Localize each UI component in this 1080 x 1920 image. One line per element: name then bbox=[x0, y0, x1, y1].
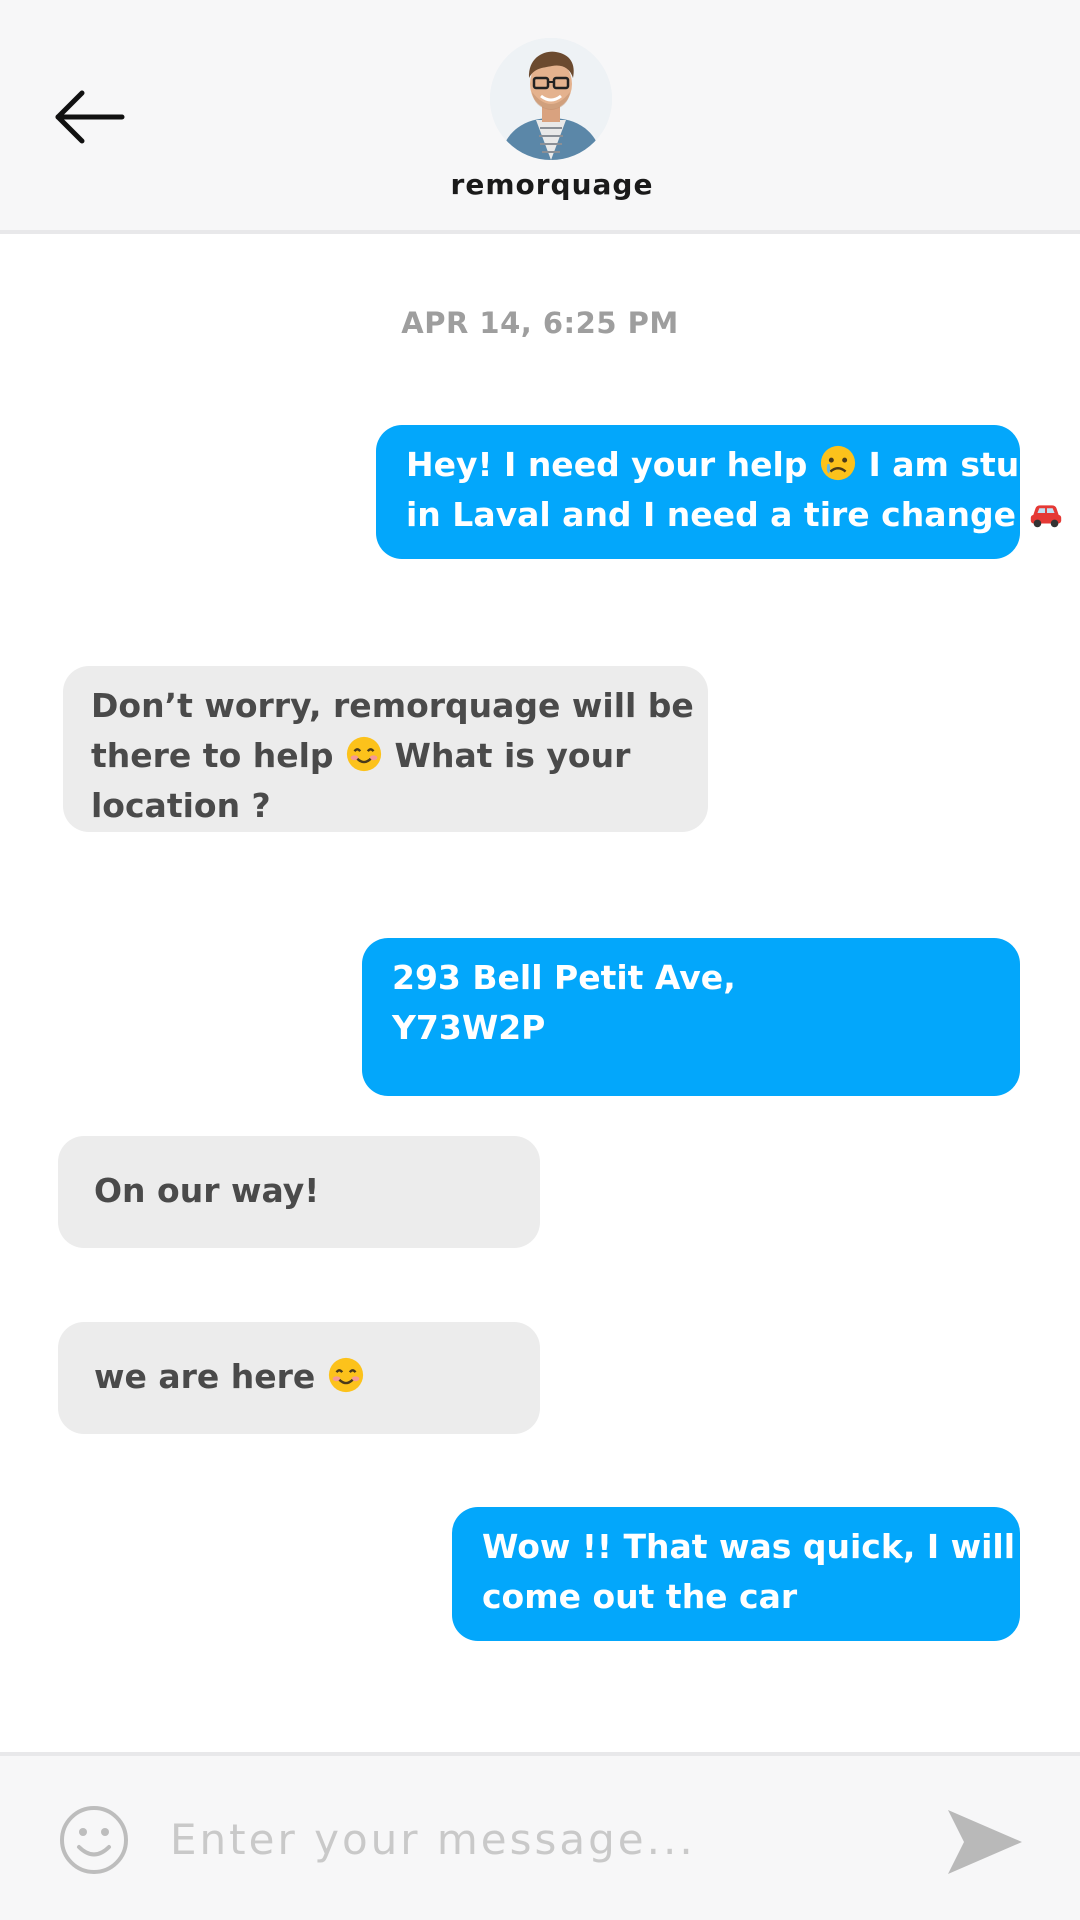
smiley-icon[interactable] bbox=[58, 1804, 130, 1876]
message-text: Hey! I need your help bbox=[406, 445, 808, 484]
send-icon[interactable] bbox=[944, 1806, 1026, 1878]
avatar[interactable] bbox=[490, 38, 612, 160]
message-text: Y73W2P bbox=[392, 1008, 546, 1047]
sent-message-bubble[interactable]: 293 Bell Petit Ave, Y73W2P bbox=[362, 938, 1020, 1096]
sent-message-bubble[interactable]: Hey! I need your help I am stuck in Lava… bbox=[376, 425, 1062, 559]
message-input[interactable] bbox=[170, 1796, 910, 1882]
contact-name: remorquage bbox=[450, 168, 654, 201]
message-text: Don’t worry, remorquage will be bbox=[91, 686, 694, 725]
sent-message-bubble[interactable]: Wow !! That was quick, I will come out t… bbox=[452, 1507, 1020, 1641]
received-message-bubble[interactable]: Don’t worry, remorquage will be there to… bbox=[63, 666, 708, 832]
message-text: 293 Bell Petit Ave, bbox=[392, 958, 736, 997]
message-text: What is your bbox=[394, 736, 631, 775]
back-arrow-icon[interactable] bbox=[50, 82, 130, 152]
received-message-bubble[interactable]: On our way! bbox=[58, 1136, 540, 1248]
smiling-face-emoji-icon bbox=[346, 736, 382, 772]
message-text: Wow !! That was quick, I will bbox=[482, 1527, 1016, 1566]
chat-screen: remorquage APR 14, 6:25 PM Hey! I need y… bbox=[0, 0, 1080, 1920]
message-text: I am stuck bbox=[868, 445, 1061, 484]
red-car-emoji-icon bbox=[1031, 505, 1062, 528]
smiling-face-emoji-icon bbox=[328, 1357, 363, 1393]
message-composer bbox=[0, 1752, 1080, 1920]
received-message-bubble[interactable]: we are here bbox=[58, 1322, 540, 1434]
message-text: come out the car bbox=[482, 1577, 798, 1616]
message-text: On our way! bbox=[94, 1171, 320, 1210]
sad-face-emoji-icon bbox=[820, 445, 856, 481]
message-text: there to help bbox=[91, 736, 334, 775]
chat-header: remorquage bbox=[0, 0, 1080, 234]
conversation-timestamp: APR 14, 6:25 PM bbox=[401, 306, 679, 340]
message-text: location ? bbox=[91, 786, 271, 825]
message-text: in Laval and I need a tire change bbox=[406, 495, 1016, 534]
message-text: we are here bbox=[94, 1357, 316, 1396]
